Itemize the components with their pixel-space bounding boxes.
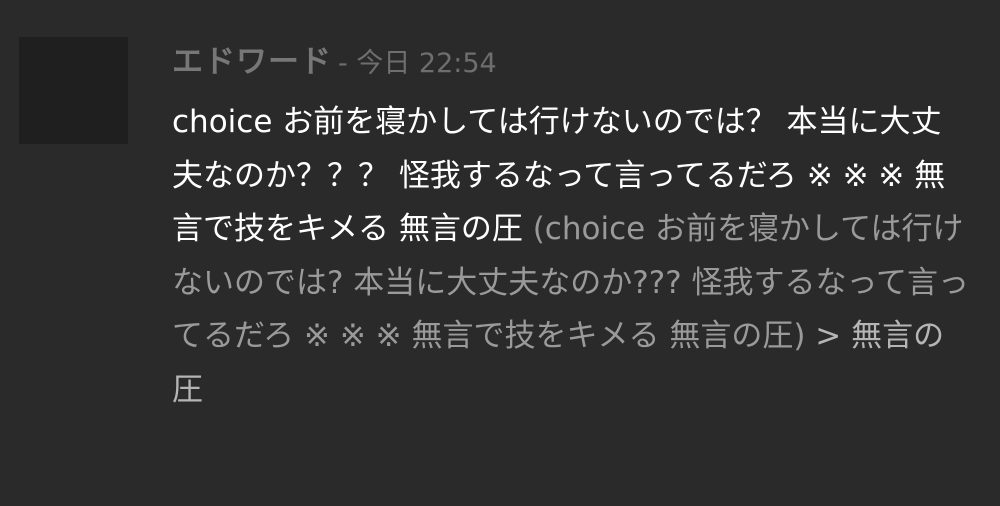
chat-message: エドワード - 今日 22:54 choice お前を寝かしては行けないのでは？ … (0, 0, 1000, 506)
author-name[interactable]: エドワード (172, 44, 332, 80)
message-timestamp: - 今日 22:54 (338, 48, 497, 79)
message-body: choice お前を寝かしては行けないのでは？ 本当に大丈夫なのか？？？ 怪我す… (172, 96, 972, 417)
message-header: エドワード - 今日 22:54 (172, 40, 497, 84)
avatar[interactable] (19, 37, 128, 144)
